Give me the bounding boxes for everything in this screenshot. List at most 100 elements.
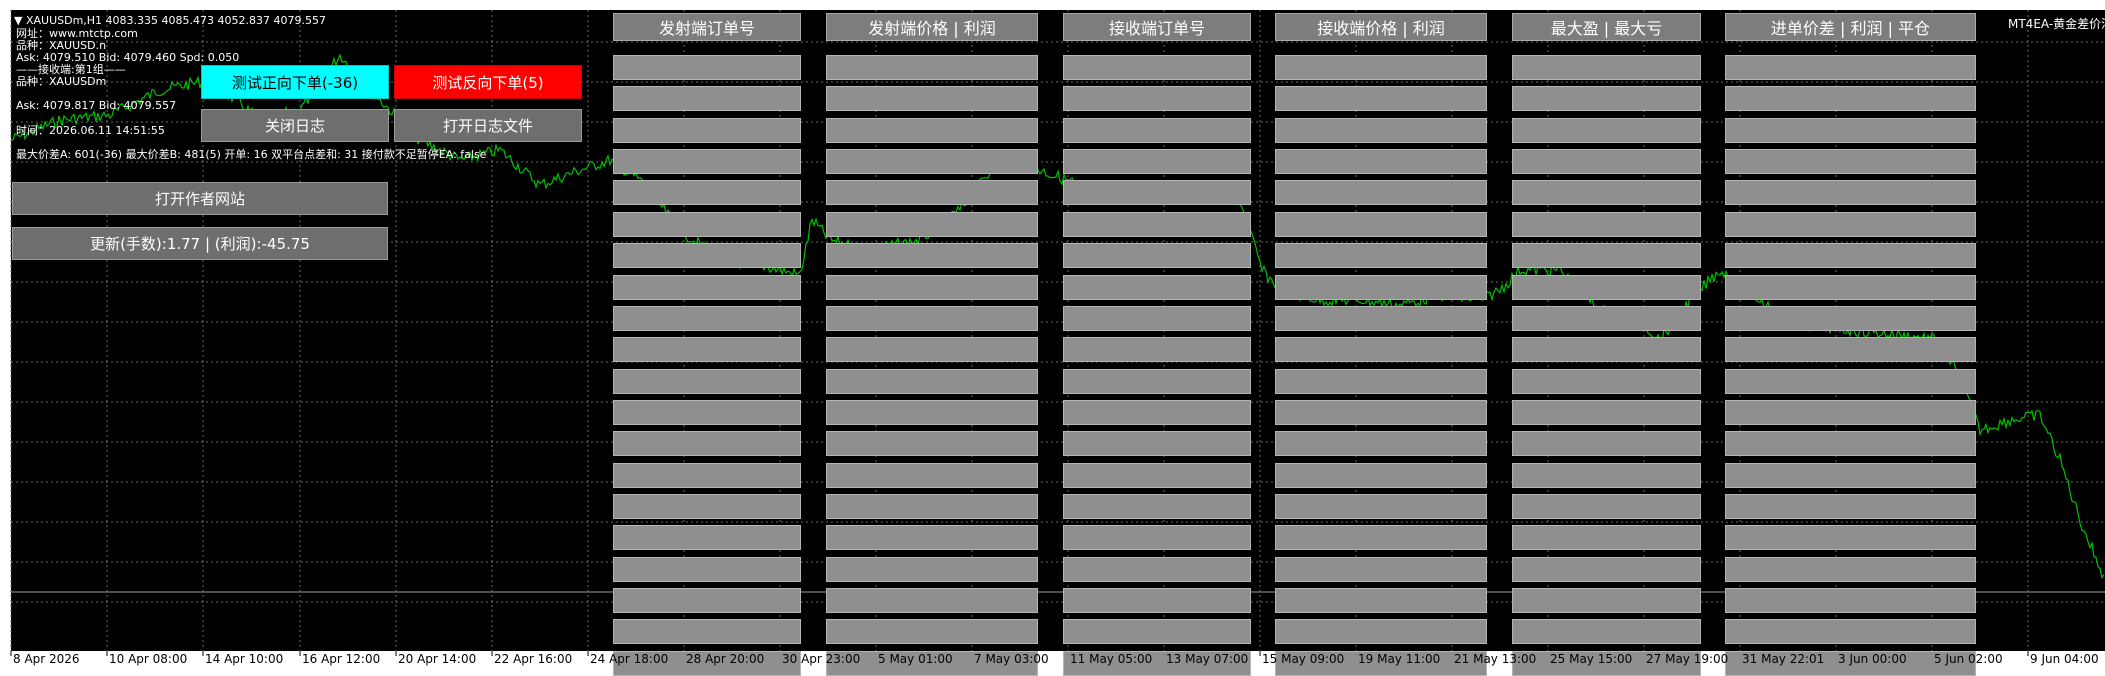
receiver-symbol-line: 品种：XAUUSDm [16,75,107,88]
table-cell [1725,55,1976,80]
table-cell [1725,493,1976,519]
table-cell [826,337,1038,363]
table-cell [613,525,801,551]
table-cell [1063,211,1251,237]
table-cell [1275,337,1487,363]
table-cell [1275,368,1487,394]
table-cell [1725,243,1976,269]
table-cell [613,337,801,363]
table-cell [613,180,801,206]
table-cell [1063,556,1251,582]
close-log-button[interactable]: 关闭日志 [201,109,389,142]
table-cell [1275,493,1487,519]
receiver-quote-line: Ask: 4079.817 Bid: 4079.557 [16,99,177,112]
table-cell [1725,86,1976,112]
header-receiver-order: 接收端订单号 [1063,13,1251,41]
open-log-file-button[interactable]: 打开日志文件 [394,109,582,142]
table-cell [1512,337,1701,363]
table-cell [613,243,801,269]
table-cell [1512,55,1701,80]
table-cell [1725,556,1976,582]
table-cell [1512,431,1701,457]
header-sender-order: 发射端订单号 [613,13,801,41]
table-cell [1063,274,1251,300]
update-lots-profit-button[interactable]: 更新(手数):1.77 | (利润):-45.75 [12,227,388,260]
table-cell [1063,149,1251,175]
test-forward-order-button[interactable]: 测试正向下单(-36) [201,65,389,99]
table-cell [826,86,1038,112]
table-cell [613,462,801,488]
table-cell [1063,619,1251,645]
table-cell [826,368,1038,394]
table-cell [1063,337,1251,363]
table-cell [1063,588,1251,613]
table-cell [826,149,1038,175]
table-cell [826,588,1038,613]
time-line: 时间：2026.06.11 14:51:55 [16,124,165,137]
table-cell [826,305,1038,331]
table-cell [826,493,1038,519]
symbol-header: ▼ XAUUSDm,H1 4083.335 4085.473 4052.837 … [14,14,326,27]
stats-line: 最大价差A: 601(-36) 最大价差B: 481(5) 开单: 16 双平台… [16,148,487,161]
table-cell [1725,149,1976,175]
table-cell [1063,368,1251,394]
table-cell [1063,55,1251,80]
table-cell [1063,462,1251,488]
table-cell [1275,180,1487,206]
table-cell [826,399,1038,425]
table-cell [1063,117,1251,143]
table-cell [1275,149,1487,175]
table-cell [1512,619,1701,645]
table-cell [1275,243,1487,269]
table-cell [1275,86,1487,112]
header-sender-price-profit: 发射端价格 | 利润 [826,13,1038,41]
table-cell [1512,525,1701,551]
table-cell [1725,180,1976,206]
table-cell [613,368,801,394]
table-cell [1275,462,1487,488]
table-cell [1512,368,1701,394]
table-cell [826,525,1038,551]
table-cell [1275,588,1487,613]
ea-name-label: MT4EA-黄金差价河 [2008,17,2105,31]
table-cell [1725,211,1976,237]
table-cell [1512,556,1701,582]
table-cell [1063,399,1251,425]
table-cell [613,493,801,519]
header-max-profit-loss: 最大盈 | 最大亏 [1512,13,1701,41]
table-cell [613,431,801,457]
table-cell [1512,399,1701,425]
table-cell [1063,243,1251,269]
table-cell [1512,462,1701,488]
table-cell [826,211,1038,237]
table-cell [1275,525,1487,551]
table-cell [613,55,801,80]
table-cell [1725,525,1976,551]
table-cell [613,86,801,112]
table-cell [826,55,1038,80]
table-cell [826,274,1038,300]
table-cell [1512,305,1701,331]
header-spread-profit-close: 进单价差 | 利润 | 平仓 [1725,13,1976,41]
table-cell [1725,274,1976,300]
table-cell [826,243,1038,269]
table-cell [1725,399,1976,425]
table-cell [1275,399,1487,425]
table-cell [1725,462,1976,488]
table-cell [1063,180,1251,206]
header-receiver-price-profit: 接收端价格 | 利润 [1275,13,1487,41]
table-cell [1512,211,1701,237]
table-cell [1512,180,1701,206]
table-cell [1512,149,1701,175]
table-cell [1725,337,1976,363]
table-cell [1725,368,1976,394]
table-cell [613,274,801,300]
table-cell [1512,86,1701,112]
table-cell [613,149,801,175]
table-cell [1275,274,1487,300]
open-author-website-button[interactable]: 打开作者网站 [12,182,388,215]
table-cell [1512,493,1701,519]
table-cell [1512,274,1701,300]
table-cell [1725,305,1976,331]
test-reverse-order-button[interactable]: 测试反向下单(5) [394,65,582,99]
